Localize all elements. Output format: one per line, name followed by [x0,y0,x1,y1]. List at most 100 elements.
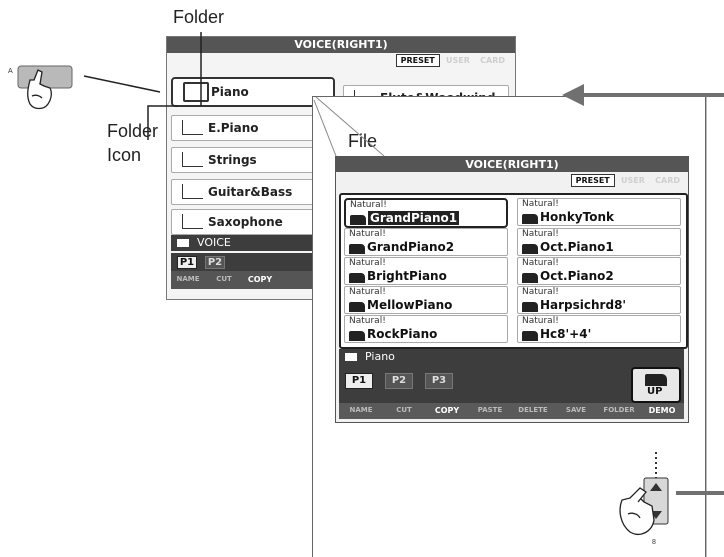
folder-small-icon [345,353,357,361]
file-screen: VOICE(RIGHT1) PRESET USER CARD Natural! … [335,156,689,423]
scroll-number-label: 8 [652,539,656,546]
name-button[interactable]: NAME [341,406,381,414]
file-slot-rockpiano[interactable]: Natural! RockPiano [344,315,508,343]
folder-slot-guitar-bass[interactable]: Guitar&Bass [171,179,333,205]
folder-screen-tabs: PRESET USER CARD [395,54,509,67]
file-grid: Natural! GrandPiano1 Natural! GrandPiano… [339,193,688,349]
file-slot-octpiano2[interactable]: Natural! Oct.Piano2 [517,257,681,285]
tab-card[interactable]: CARD [476,55,509,66]
file-slot-hc8-4[interactable]: Natural! Hc8'+4' [517,315,681,343]
harpsichord-icon [522,331,538,341]
file-screen-status-bar: Piano [339,349,684,365]
folder-slot-piano[interactable]: Piano [171,77,335,107]
folder-callout-label: Folder [173,7,225,27]
folder-screen-title: VOICE(RIGHT1) [167,37,515,53]
file-category: Natural! [349,258,386,268]
file-slot-grandpiano2[interactable]: Natural! GrandPiano2 [344,228,508,256]
folder-up-icon [645,374,667,386]
hand-press-icon [27,69,52,110]
piano-icon [349,244,365,254]
file-category: Natural! [522,316,559,326]
function-bar: NAME CUT COPY [171,271,316,289]
folder-slot-epiano[interactable]: E.Piano [171,115,333,141]
file-slot-octpiano1[interactable]: Natural! Oct.Piano1 [517,228,681,256]
file-category: Natural! [349,229,386,239]
file-name: MellowPiano [367,298,453,312]
tab-user[interactable]: USER [617,175,649,186]
folder-icon-callout-label-line2: Icon [107,145,142,165]
file-screen-title: VOICE(RIGHT1) [336,157,688,172]
up-label: UP [647,386,663,397]
tab-card[interactable]: CARD [651,175,684,186]
file-category: Natural! [522,287,559,297]
file-category: Natural! [522,258,559,268]
piano-icon [349,331,365,341]
tab-user[interactable]: USER [442,55,474,66]
piano-icon [522,214,538,224]
folder-icon [182,184,203,199]
piano-icon [349,273,365,283]
copy-button[interactable]: COPY [427,406,467,415]
file-category: Natural! [522,229,559,239]
harpsichord-icon [522,302,538,312]
page-p1-button[interactable]: P1 [177,256,197,269]
tab-preset[interactable]: PRESET [570,174,615,187]
function-bar: NAME CUT COPY PASTE DELETE SAVE FOLDER D… [339,403,684,419]
tab-preset[interactable]: PRESET [395,54,440,67]
copy-button[interactable]: COPY [245,275,275,284]
file-slot-mellowpiano[interactable]: Natural! MellowPiano [344,286,508,314]
cut-button[interactable]: CUT [209,275,239,283]
delete-button[interactable]: DELETE [513,406,553,414]
save-button[interactable]: SAVE [556,406,596,414]
folder-label: E.Piano [208,121,259,135]
file-name: Harpsichrd8' [540,298,627,312]
file-category: Natural! [349,287,386,297]
cut-button[interactable]: CUT [384,406,424,414]
piano-icon [522,244,538,254]
page-p3-button[interactable]: P3 [425,373,453,389]
folder-button[interactable]: FOLDER [599,406,639,414]
file-screen-tabs: PRESET USER CARD [570,174,684,187]
file-callout-label: File [348,131,378,151]
button-letter-label: A [8,68,13,75]
folder-label: Saxophone [208,215,283,229]
folder-small-icon [177,239,189,247]
file-slot-harpsichord8[interactable]: Natural! Harpsichrd8' [517,286,681,314]
file-name: GrandPiano2 [367,240,455,254]
folder-slot-strings[interactable]: Strings [171,147,333,173]
name-button[interactable]: NAME [173,275,203,283]
file-name: Oct.Piano1 [540,240,614,254]
file-name: Oct.Piano2 [540,269,614,283]
folder-label: Piano [211,85,249,99]
file-category: Natural! [350,200,387,210]
page-p1-button[interactable]: P1 [345,373,373,389]
paste-button[interactable]: PASTE [470,406,510,414]
folder-screen-status-bar: VOICE [171,235,316,251]
folder-slot-saxophone[interactable]: Saxophone [171,209,333,235]
folder-label: Guitar&Bass [208,185,293,199]
file-slot-brightpiano[interactable]: Natural! BrightPiano [344,257,508,285]
page-p2-button[interactable]: P2 [385,373,413,389]
file-name: Hc8'+4' [540,327,592,341]
file-category: Natural! [349,316,386,326]
status-label: Piano [365,350,395,363]
piano-icon [522,273,538,283]
status-label: VOICE [197,236,231,249]
piano-icon [350,215,366,225]
page-buttons-row: P1 P2 P3 UP [339,365,684,403]
file-slot-honkytonk[interactable]: Natural! HonkyTonk [517,198,681,226]
folder-icon [182,152,203,167]
page-p2-button[interactable]: P2 [205,256,225,269]
file-name-highlighted: GrandPiano1 [368,211,460,225]
button-leader-line [83,75,161,93]
file-category: Natural! [522,199,559,209]
demo-button[interactable]: DEMO [642,406,682,415]
piano-icon [349,302,365,312]
file-slot-grandpiano1[interactable]: Natural! GrandPiano1 [344,198,508,228]
folder-icon [183,82,209,102]
up-button[interactable]: UP [631,367,681,403]
file-name: RockPiano [367,327,438,341]
folder-icon-callout-label-line1: Folder [107,121,159,141]
file-name: BrightPiano [367,269,447,283]
folder-icon [182,120,203,135]
